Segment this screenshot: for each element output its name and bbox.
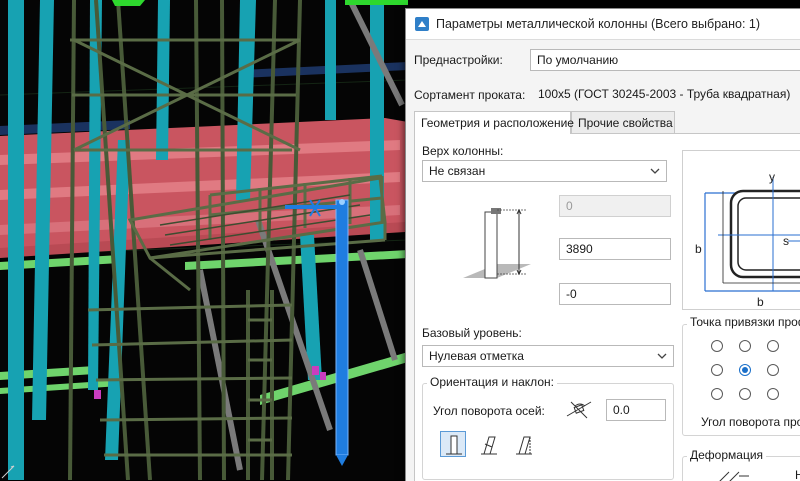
bottom-offset-field[interactable]: -0 (559, 283, 671, 305)
base-level-label: Базовый уровень: (422, 326, 522, 340)
column-top-value: Не связан (429, 164, 486, 178)
rotation-angle-icon (566, 401, 592, 419)
vertical-column-button[interactable] (440, 431, 466, 457)
section-axis-y-label: y (769, 170, 775, 184)
anchor-radio-top-left[interactable] (711, 340, 723, 352)
column-top-select[interactable]: Не связан (422, 160, 667, 182)
model-scene (0, 0, 408, 480)
axis-angle-field[interactable]: 0.0 (606, 399, 666, 421)
column-top-label: Верх колонны: (422, 144, 504, 158)
presets-select[interactable]: По умолчанию (530, 49, 800, 71)
anchor-radio-top-center[interactable] (739, 340, 751, 352)
section-width-b-left-label: b (695, 242, 702, 256)
profile-angle-label: Угол поворота проф (701, 415, 800, 429)
top-offset-field[interactable]: 0 (559, 195, 671, 217)
presets-label: Преднастройки: (414, 53, 503, 67)
assortment-label: Сортамент проката: (414, 88, 526, 102)
column-parameters-dialog: Параметры металлической колонны (Всего в… (405, 8, 800, 481)
column-height-field[interactable]: 3890 (559, 238, 671, 260)
tab-other-properties[interactable]: Прочие свойства (571, 111, 675, 133)
geometry-tab-panel: Верх колонны: Не связан 0 3890 -0 Базовы… (414, 133, 800, 481)
vertical-column-icon (446, 435, 462, 455)
anchor-radio-middle-right[interactable] (767, 364, 779, 376)
deformation-cut-label: Н (795, 468, 800, 481)
base-level-value: Нулевая отметка (429, 349, 524, 363)
deformation-icon (719, 471, 749, 481)
anchor-radio-bottom-center[interactable] (739, 388, 751, 400)
anchor-radio-bottom-right[interactable] (767, 388, 779, 400)
assortment-value[interactable]: 100x5 (ГОСТ 30245-2003 - Труба квадратна… (538, 87, 790, 101)
anchor-radio-middle-left[interactable] (711, 364, 723, 376)
inclined-column-alt-button[interactable] (510, 431, 536, 457)
column-height-diagram-icon (463, 208, 531, 279)
app-icon (415, 17, 429, 31)
orientation-group-title: Ориентация и наклон: (427, 375, 557, 389)
anchor-point-group-title: Точка привязки профиля (687, 315, 800, 329)
inclined-column-angle-icon (516, 436, 532, 455)
axis-angle-label: Угол поворота осей: (433, 404, 545, 418)
dialog-titlebar[interactable]: Параметры металлической колонны (Всего в… (406, 9, 800, 40)
dialog-title: Параметры металлической колонны (Всего в… (436, 17, 761, 31)
square-tube-section-icon: y b b s (695, 170, 800, 309)
section-width-b-bottom-label: b (757, 295, 764, 309)
chevron-down-icon (657, 353, 667, 359)
tab-geometry[interactable]: Геометрия и расположение (414, 111, 574, 134)
deformation-group-title: Деформация (687, 448, 767, 462)
anchor-radio-bottom-left[interactable] (711, 388, 723, 400)
inclined-column-button[interactable] (475, 431, 501, 457)
anchor-radio-center[interactable] (739, 364, 751, 376)
chevron-down-icon (650, 168, 660, 174)
anchor-radio-top-right[interactable] (767, 340, 779, 352)
base-level-select[interactable]: Нулевая отметка (422, 345, 674, 367)
3d-viewport[interactable] (0, 0, 408, 480)
inclined-column-icon (481, 436, 497, 455)
profile-section-preview: y b b s (682, 150, 800, 310)
